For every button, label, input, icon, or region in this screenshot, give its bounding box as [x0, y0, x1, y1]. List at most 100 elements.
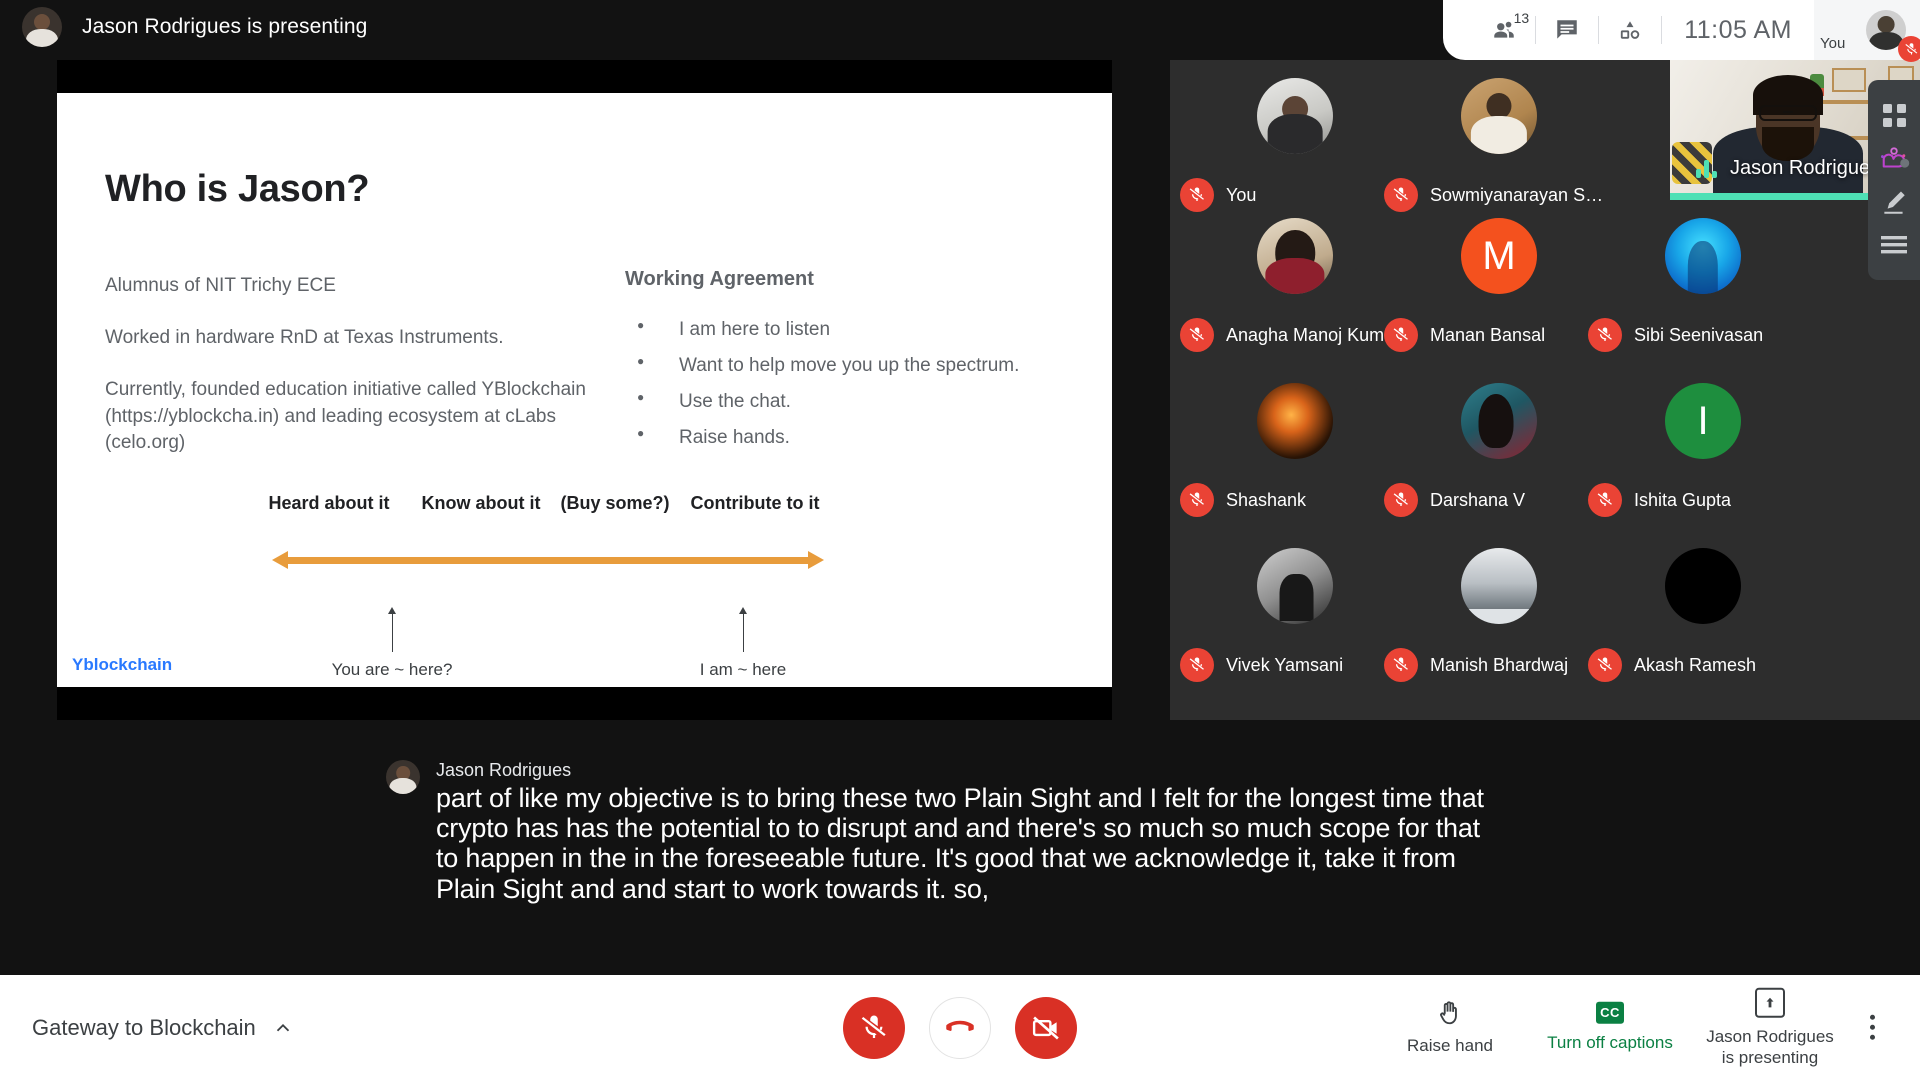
avatar [1665, 548, 1741, 624]
mic-off-icon [1597, 657, 1612, 671]
avatar [1257, 78, 1333, 154]
mic-muted-badge [1180, 483, 1214, 517]
participant-count: 13 [1513, 10, 1530, 26]
mic-off-icon [861, 1015, 886, 1038]
captions-toggle-label: Turn off captions [1547, 1032, 1673, 1052]
self-mic-muted-badge [1898, 36, 1920, 62]
effects-icon[interactable] [1877, 142, 1911, 176]
participant-tile[interactable]: Sibi Seenivasan [1578, 208, 1828, 388]
present-screen-icon [1755, 987, 1785, 1018]
chevron-up-icon [276, 1023, 289, 1031]
raise-hand-icon [1440, 1001, 1457, 1025]
mic-off-icon [1189, 327, 1204, 341]
mic-off-icon [1393, 187, 1408, 201]
grid-icon[interactable] [1877, 99, 1911, 133]
participant-tile[interactable]: I Ishita Gupta [1578, 373, 1828, 553]
mic-muted-badge [1180, 318, 1214, 352]
captions-toggle-button[interactable]: CC Turn off captions [1530, 1001, 1690, 1053]
yblockchain-logo: Yblockchain [72, 655, 173, 674]
meeting-name-button[interactable]: Gateway to Blockchain [32, 1015, 294, 1041]
lines-icon [1881, 235, 1907, 253]
participant-name: Akash Ramesh [1634, 654, 1757, 675]
raise-hand-button[interactable]: Raise hand [1370, 999, 1530, 1056]
arrow-up-icon [1766, 997, 1774, 1007]
participant-name: Manish Bhardwaj [1430, 654, 1569, 675]
people-button[interactable]: 13 [1473, 0, 1535, 60]
top-right-controls: 13 11:05 AM You [1443, 0, 1920, 62]
participant-name: Sowmiyanarayan Selv… [1430, 184, 1610, 205]
self-label: You [1820, 35, 1846, 52]
chat-button[interactable] [1536, 0, 1598, 60]
chat-icon [1557, 20, 1577, 39]
mic-off-icon [1393, 657, 1408, 671]
present-status-button[interactable]: Jason Rodrigues is presenting [1690, 987, 1850, 1068]
list-item: I am here to listen [625, 318, 1075, 341]
call-controls [843, 996, 1077, 1059]
avatar [1257, 218, 1333, 294]
list-item: Raise hands. [625, 426, 1075, 449]
arrow-head-right-icon [808, 551, 824, 569]
presenter-avatar [22, 7, 62, 47]
pen-icon[interactable] [1877, 185, 1911, 219]
slide-right-column: Working Agreement I am here to listen Wa… [625, 268, 1075, 463]
mic-off-icon [1904, 42, 1917, 54]
avatar [1257, 548, 1333, 624]
marker-label: I am ~ here [699, 660, 787, 679]
participant-name: Vivek Yamsani [1226, 654, 1344, 675]
participant-tile[interactable]: Akash Ramesh [1578, 538, 1828, 718]
slide-paragraph: Worked in hardware RnD at Texas Instrume… [105, 327, 504, 349]
working-agreement-heading: Working Agreement [625, 268, 814, 290]
mic-off-button[interactable] [843, 996, 905, 1059]
hangup-icon [946, 1020, 974, 1031]
mic-off-icon [1393, 327, 1408, 341]
avatar-initial: M [1461, 218, 1537, 294]
marker-stem [392, 612, 393, 652]
presentation-stage[interactable]: Who is Jason? Alumnus of NIT Trichy ECE … [57, 60, 1112, 720]
spectrum-label: (Buy some?) [560, 493, 670, 513]
activities-button[interactable] [1599, 0, 1661, 60]
participant-name: Manan Bansal [1430, 324, 1546, 345]
participant-name: Darshana V [1430, 489, 1526, 510]
more-options-button[interactable] [1850, 1015, 1894, 1040]
avatar [1461, 383, 1537, 459]
marker-stem [743, 612, 744, 652]
camera-off-button[interactable] [1015, 996, 1077, 1059]
avatar [1257, 383, 1333, 459]
raise-hand-label: Raise hand [1406, 1035, 1493, 1055]
meeting-name-label: Gateway to Blockchain [32, 1014, 256, 1040]
presenting-banner: Jason Rodrigues is presenting [22, 7, 367, 47]
mic-off-icon [1189, 187, 1204, 201]
mic-muted-badge [1384, 318, 1418, 352]
mic-muted-badge [1384, 648, 1418, 682]
spectrum-arrow [272, 551, 824, 569]
presenting-label: Jason Rodrigues is presenting [82, 15, 368, 38]
caption-text: part of like my objective is to bring th… [436, 783, 1484, 904]
mic-muted-badge [1384, 178, 1418, 212]
dot [1869, 1015, 1875, 1020]
participant-name: You [1226, 184, 1257, 205]
spectrum-label: Know about it [421, 493, 541, 513]
captions-area: Jason Rodrigues part of like my objectiv… [386, 760, 1506, 904]
participant-name: Ishita Gupta [1634, 489, 1732, 510]
picture-frame-decor [1832, 68, 1866, 92]
mic-muted-badge [1588, 648, 1622, 682]
marker-label: You are ~ here? [331, 660, 453, 679]
caption-speaker-name: Jason Rodrigues [436, 760, 572, 780]
spectrum-labels: Heard about it Know about it (Buy some?)… [57, 493, 1112, 523]
mic-muted-badge [1588, 483, 1622, 517]
camera-off-icon [1032, 1016, 1059, 1039]
mic-muted-badge [1384, 483, 1418, 517]
activities-icon [1621, 21, 1640, 39]
avatar [1665, 218, 1741, 294]
mic-off-icon [1597, 492, 1612, 506]
avatar: I [1665, 383, 1741, 459]
working-agreement-list: I am here to listen Want to help move yo… [625, 318, 1075, 449]
self-preview-chip[interactable]: You [1814, 0, 1920, 62]
effects-glyph-icon [1881, 146, 1910, 168]
spectrum-diagram: Heard about it Know about it (Buy some?)… [57, 493, 1112, 683]
list-item: Want to help move you up the spectrum. [625, 354, 1075, 377]
layers-icon[interactable] [1877, 228, 1911, 262]
presenter-video-name: Jason Rodrigues [1730, 157, 1881, 179]
list-item: Use the chat. [625, 390, 1075, 413]
hangup-button[interactable] [929, 996, 991, 1059]
